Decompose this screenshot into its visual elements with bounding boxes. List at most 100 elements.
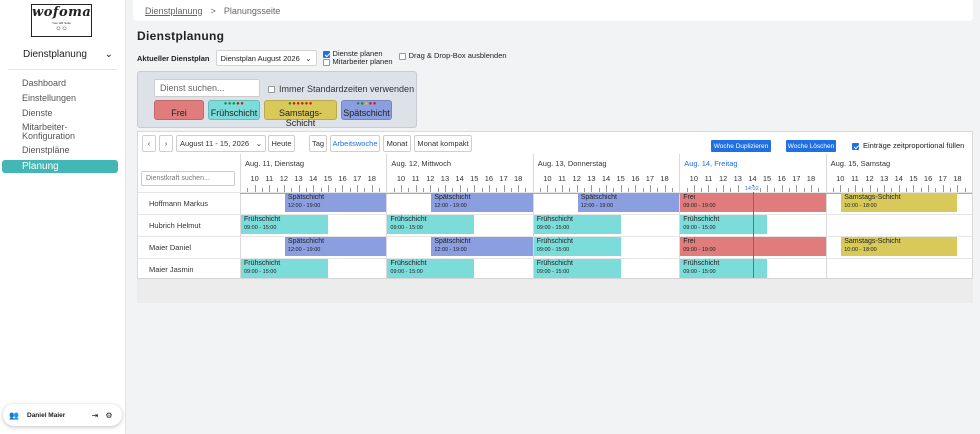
view-tab-arbeitswoche[interactable]: Arbeitswoche [330, 135, 380, 152]
shift-title: Spätschicht [287, 194, 325, 201]
shift-block[interactable]: Frühschicht 09:00 - 15:00 [680, 259, 768, 278]
sidebar-item-planung[interactable]: Planung [2, 160, 118, 173]
date-range-select[interactable]: August 11 - 15, 2026 ⌄ [176, 135, 266, 152]
users-icon[interactable]: 👥 [7, 411, 21, 420]
shift-time: 09:00 - 15:00 [390, 225, 423, 231]
shift-chip-fruehschicht[interactable]: ●●●●● Frühschicht [208, 100, 260, 120]
shift-block[interactable]: Frühschicht 09:00 - 15:00 [680, 215, 768, 234]
shift-block[interactable]: Frühschicht 09:00 - 15:00 [533, 237, 621, 256]
hour-label: 12 [718, 174, 728, 183]
app-logo[interactable]: wofoma Your HR Suite ☺☺ [31, 4, 92, 37]
shift-block[interactable]: Spätschicht 12:00 - 19:00 [577, 193, 680, 212]
shift-block[interactable]: Spätschicht 12:00 - 19:00 [431, 193, 533, 212]
module-selector[interactable]: Dienstplanung ⌄ [23, 49, 113, 60]
plan-shifts-checkbox[interactable] [322, 50, 330, 58]
sidebar-item-dashboard[interactable]: Dashboard [0, 78, 126, 89]
logout-icon[interactable]: ⇥ [88, 411, 102, 420]
plan-staff-checkbox[interactable] [322, 58, 330, 66]
standard-times-option[interactable]: Immer Standardzeiten verwenden [268, 84, 414, 94]
hour-label: 12 [865, 174, 874, 183]
hide-dnd-option[interactable]: Drag & Drop-Box ausblenden [398, 51, 507, 60]
shift-block[interactable]: Samstags-Schicht 10:00 - 18:00 [841, 193, 958, 212]
shift-title: Spätschicht [287, 238, 325, 245]
hour-tick [869, 185, 871, 192]
hide-dnd-checkbox[interactable] [398, 52, 406, 60]
view-tab-tag[interactable]: Tag [309, 135, 327, 152]
day-header[interactable]: Aug. 12, Mittwoch [386, 154, 532, 173]
plan-staff-option[interactable]: Mitarbeiter planen [322, 58, 393, 66]
day-header[interactable]: Aug. 14, Freitag [679, 154, 825, 173]
shift-chip-spaetschicht[interactable]: ●●●●● Spätschicht [341, 100, 392, 120]
shift-title: Samstags-Schicht [844, 238, 901, 245]
delete-week-button[interactable]: Woche Löschen [786, 140, 836, 152]
hour-label: 18 [660, 174, 669, 183]
hour-label: 13 [733, 174, 742, 183]
hour-tick [371, 185, 373, 192]
today-button[interactable]: Heute [268, 135, 295, 152]
chevron-down-icon: ⌄ [104, 49, 113, 60]
hour-tick [928, 185, 930, 192]
shift-title: Frühschicht [536, 238, 573, 245]
shift-time: 09:00 - 15:00 [536, 269, 570, 275]
shift-search-input[interactable]: Dienst suchen... [154, 79, 260, 97]
shift-block[interactable]: Frühschicht 09:00 - 15:00 [387, 259, 475, 278]
shift-title: Frühschicht [536, 216, 573, 223]
sidebar-item-mitarbeiter-konfiguration[interactable]: Mitarbeiter- Konfiguration [0, 123, 126, 141]
hour-tick [474, 185, 476, 192]
shift-chip-name: Frühschicht [210, 108, 258, 118]
day-header[interactable]: Aug. 13, Donnerstag [532, 154, 679, 173]
duplicate-week-button[interactable]: Woche Duplizieren [711, 140, 771, 152]
view-tab-monat[interactable]: Monat [383, 135, 411, 152]
shift-chip-samstags-schicht[interactable]: ●●●●●● Samstags-Schicht [264, 100, 337, 128]
breadcrumb-item-dienstplanung[interactable]: Dienstplanung [145, 6, 203, 16]
shift-time: 10:00 - 18:00 [844, 247, 877, 253]
shift-title: Spätschicht [434, 238, 471, 245]
shift-chip-frei[interactable]: Frei [154, 100, 204, 120]
hour-tick [298, 185, 300, 192]
status-dot-icon: ● [308, 101, 313, 107]
hour-label: 11 [558, 174, 566, 183]
shift-block[interactable]: Frühschicht 09:00 - 15:00 [533, 215, 621, 234]
breadcrumb-separator: > [210, 5, 216, 16]
hour-tick [737, 185, 739, 192]
standard-times-checkbox[interactable] [268, 86, 275, 94]
shift-block[interactable]: Frühschicht 09:00 - 15:00 [533, 259, 621, 278]
shift-block[interactable]: Spätschicht 12:00 - 19:00 [431, 237, 533, 256]
hour-label: 17 [792, 174, 801, 183]
employee-search-input[interactable]: Dienstkraft suchen... [141, 171, 235, 186]
hour-tick [327, 185, 329, 192]
sidebar-item-einstellungen[interactable]: Einstellungen [0, 93, 126, 104]
prev-week-button[interactable]: ‹ [142, 135, 156, 152]
hour-tick [444, 185, 446, 192]
proportional-option[interactable]: Einträge zeitproportional füllen [852, 141, 964, 150]
current-plan-label: Aktueller Dienstplan [137, 54, 210, 63]
shift-block[interactable]: Spätschicht 12:00 - 19:00 [284, 193, 387, 212]
sidebar-item-dienstplaene[interactable]: Dienstpläne [0, 145, 126, 156]
employee-row-name: Hoffmann Markus [138, 192, 240, 214]
shift-block[interactable]: Samstags-Schicht 10:00 - 18:00 [841, 237, 958, 256]
hour-label: 13 [440, 174, 450, 183]
hour-label: 14 [309, 174, 318, 183]
hour-label: 16 [923, 174, 933, 183]
hour-tick [693, 185, 695, 192]
hour-label: 18 [367, 174, 376, 183]
hour-label: 11 [411, 174, 420, 183]
shift-block[interactable]: Frühschicht 09:00 - 15:00 [387, 215, 475, 234]
sidebar-nav: Dashboard Einstellungen Dienste Mitarbei… [0, 78, 126, 173]
shift-block[interactable]: Spätschicht 12:00 - 19:00 [284, 237, 387, 256]
view-tab-monat-kompakt[interactable]: Monat kompakt [414, 135, 472, 152]
next-week-button[interactable]: › [159, 135, 173, 152]
hour-tick [606, 185, 607, 192]
page-title: Dienstplanung [137, 29, 225, 43]
gear-icon[interactable]: ⚙ [102, 411, 116, 420]
shift-block[interactable]: Frühschicht 09:00 - 15:00 [241, 215, 328, 234]
day-header[interactable]: Aug. 11, Dienstag [240, 154, 386, 173]
shift-block[interactable]: Frühschicht 09:00 - 15:00 [241, 259, 328, 278]
hour-label: 12 [279, 174, 289, 183]
current-plan-select[interactable]: Dienstplan August 2026 ⌄ [215, 50, 317, 66]
sidebar-item-dienste[interactable]: Dienste [0, 108, 126, 119]
shift-title: Frühschicht [390, 216, 427, 223]
drag-drop-box: Dienst suchen... Immer Standardzeiten ve… [137, 71, 417, 128]
day-header[interactable]: Aug. 15, Samstag [825, 154, 972, 173]
proportional-checkbox[interactable] [852, 142, 859, 150]
